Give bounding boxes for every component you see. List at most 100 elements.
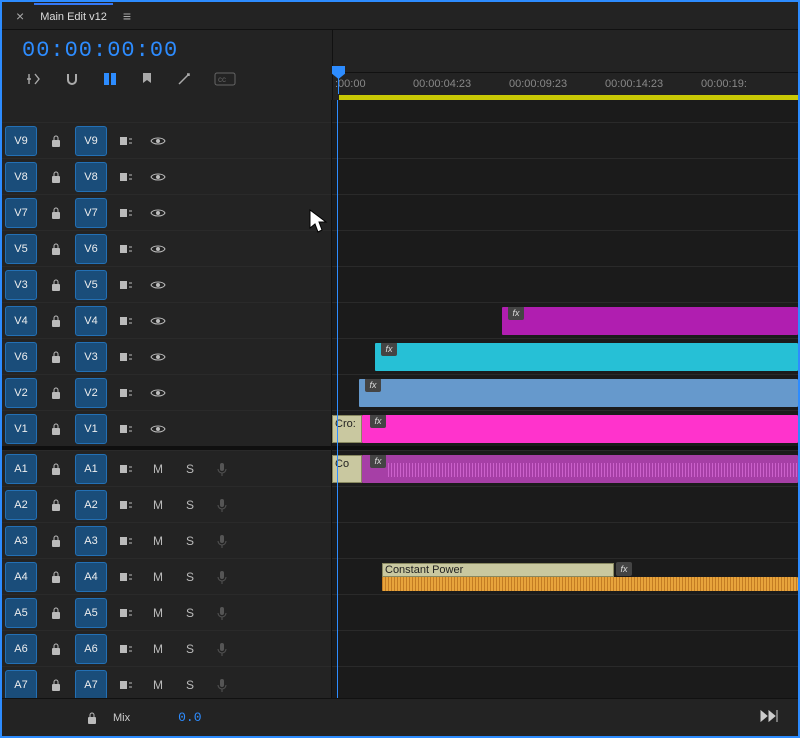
- voiceover-icon[interactable]: [209, 672, 235, 698]
- sync-lock-icon[interactable]: [113, 128, 139, 154]
- track-target[interactable]: V5: [75, 270, 107, 300]
- lock-icon[interactable]: [43, 416, 69, 442]
- sync-lock-icon[interactable]: [113, 416, 139, 442]
- source-patch[interactable]: A3: [5, 526, 37, 556]
- track-target[interactable]: V8: [75, 162, 107, 192]
- lock-icon[interactable]: [43, 636, 69, 662]
- sync-lock-icon[interactable]: [113, 456, 139, 482]
- voiceover-icon[interactable]: [209, 636, 235, 662]
- voiceover-icon[interactable]: [209, 600, 235, 626]
- voiceover-icon[interactable]: [209, 492, 235, 518]
- track-target[interactable]: V1: [75, 414, 107, 444]
- solo-button[interactable]: S: [177, 492, 203, 518]
- source-patch[interactable]: A7: [5, 670, 37, 699]
- mute-button[interactable]: M: [145, 564, 171, 590]
- track-target[interactable]: V2: [75, 378, 107, 408]
- toggle-output-icon[interactable]: [145, 344, 171, 370]
- lock-icon[interactable]: [43, 492, 69, 518]
- toggle-output-icon[interactable]: [145, 164, 171, 190]
- lock-icon[interactable]: [43, 600, 69, 626]
- track-target[interactable]: A7: [75, 670, 107, 699]
- source-patch[interactable]: A2: [5, 490, 37, 520]
- source-patch[interactable]: V1: [5, 414, 37, 444]
- source-patch[interactable]: V2: [5, 378, 37, 408]
- source-patch[interactable]: A6: [5, 634, 37, 664]
- timeline-canvas[interactable]: fx fx fx Cro: fx: [332, 100, 798, 698]
- toggle-output-icon[interactable]: [145, 416, 171, 442]
- linked-selection-icon[interactable]: [102, 71, 118, 92]
- audio-transition-label[interactable]: Constant Power: [382, 563, 614, 577]
- lock-icon[interactable]: [43, 308, 69, 334]
- lock-icon[interactable]: [43, 128, 69, 154]
- sync-lock-icon[interactable]: [113, 344, 139, 370]
- solo-button[interactable]: S: [177, 456, 203, 482]
- source-patch[interactable]: V9: [5, 126, 37, 156]
- mute-button[interactable]: M: [145, 492, 171, 518]
- fx-badge-icon[interactable]: fx: [365, 379, 381, 392]
- timecode-display[interactable]: 00:00:00:00: [22, 38, 332, 63]
- fx-badge-icon[interactable]: fx: [370, 455, 386, 468]
- lock-icon[interactable]: [43, 200, 69, 226]
- mute-button[interactable]: M: [145, 528, 171, 554]
- mute-button[interactable]: M: [145, 672, 171, 698]
- fx-badge-icon[interactable]: fx: [370, 415, 386, 428]
- toggle-output-icon[interactable]: [145, 272, 171, 298]
- source-patch[interactable]: V3: [5, 270, 37, 300]
- fx-badge-icon[interactable]: fx: [508, 307, 524, 320]
- track-target[interactable]: V3: [75, 342, 107, 372]
- toggle-output-icon[interactable]: [145, 380, 171, 406]
- video-clip[interactable]: fx: [359, 379, 798, 407]
- video-clip[interactable]: fx: [375, 343, 798, 371]
- mix-level-value[interactable]: 0.0: [178, 710, 201, 725]
- toggle-output-icon[interactable]: [145, 200, 171, 226]
- track-target[interactable]: A1: [75, 454, 107, 484]
- go-to-next-edit-icon[interactable]: [760, 709, 778, 726]
- audio-clip[interactable]: fx: [362, 455, 798, 483]
- lock-icon[interactable]: [43, 344, 69, 370]
- lock-icon[interactable]: [43, 456, 69, 482]
- toggle-output-icon[interactable]: [145, 236, 171, 262]
- lock-icon[interactable]: [43, 236, 69, 262]
- lock-icon[interactable]: [43, 272, 69, 298]
- sync-lock-icon[interactable]: [113, 200, 139, 226]
- source-patch[interactable]: A4: [5, 562, 37, 592]
- source-patch[interactable]: A5: [5, 598, 37, 628]
- playhead-indicator[interactable]: [338, 74, 339, 94]
- lock-icon[interactable]: [43, 380, 69, 406]
- track-target[interactable]: V9: [75, 126, 107, 156]
- track-target[interactable]: A3: [75, 526, 107, 556]
- mute-button[interactable]: M: [145, 456, 171, 482]
- source-patch[interactable]: V8: [5, 162, 37, 192]
- sync-lock-icon[interactable]: [113, 672, 139, 698]
- sync-lock-icon[interactable]: [113, 272, 139, 298]
- track-target[interactable]: V6: [75, 234, 107, 264]
- video-clip[interactable]: fx: [362, 415, 798, 443]
- sync-lock-icon[interactable]: [113, 636, 139, 662]
- solo-button[interactable]: S: [177, 672, 203, 698]
- source-patch[interactable]: V6: [5, 342, 37, 372]
- track-target[interactable]: V7: [75, 198, 107, 228]
- track-target[interactable]: A2: [75, 490, 107, 520]
- panel-menu-icon[interactable]: ≡: [113, 8, 141, 24]
- close-panel-icon[interactable]: ×: [6, 8, 34, 24]
- time-ruler[interactable]: :00:00 00:00:04:23 00:00:09:23 00:00:14:…: [333, 72, 798, 100]
- source-patch[interactable]: V4: [5, 306, 37, 336]
- sync-lock-icon[interactable]: [113, 164, 139, 190]
- snap-icon[interactable]: [64, 71, 80, 92]
- lock-icon[interactable]: [43, 672, 69, 698]
- sync-lock-icon[interactable]: [113, 236, 139, 262]
- solo-button[interactable]: S: [177, 600, 203, 626]
- sync-lock-icon[interactable]: [113, 308, 139, 334]
- solo-button[interactable]: S: [177, 636, 203, 662]
- fx-badge-icon[interactable]: fx: [616, 562, 632, 576]
- settings-icon[interactable]: [176, 71, 192, 92]
- source-patch[interactable]: V5: [5, 234, 37, 264]
- video-clip[interactable]: fx: [502, 307, 798, 335]
- voiceover-icon[interactable]: [209, 456, 235, 482]
- toggle-output-icon[interactable]: [145, 308, 171, 334]
- solo-button[interactable]: S: [177, 528, 203, 554]
- audio-clip[interactable]: [382, 577, 798, 591]
- toggle-output-icon[interactable]: [145, 128, 171, 154]
- lock-icon[interactable]: [43, 164, 69, 190]
- track-target[interactable]: A4: [75, 562, 107, 592]
